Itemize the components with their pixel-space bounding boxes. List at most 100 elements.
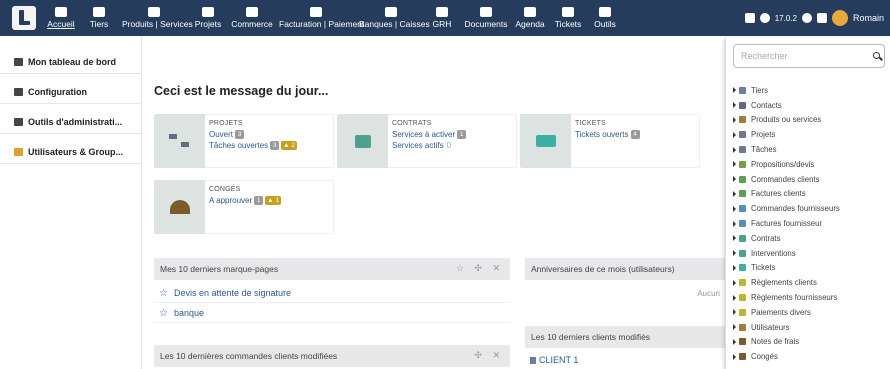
- sidebar-item-users-groups[interactable]: Utilisateurs & Group...: [0, 140, 141, 164]
- search-scope-item[interactable]: Projets: [733, 127, 889, 142]
- payment-icon: [739, 279, 746, 287]
- help-icon[interactable]: [759, 13, 770, 23]
- search-scope-item[interactable]: Commandes clients: [733, 172, 889, 187]
- sidebar-item-dashboard[interactable]: Mon tableau de bord: [0, 50, 141, 74]
- menu-facturation-paiement[interactable]: Facturation | Paiement: [279, 3, 364, 33]
- bookmark-star-icon[interactable]: [816, 13, 827, 23]
- proposal-icon: [739, 160, 746, 168]
- search-scope-item[interactable]: Notes de frais: [733, 335, 889, 350]
- menu-commerce[interactable]: Commerce: [230, 3, 274, 33]
- task-list-icon: [739, 146, 746, 154]
- building-icon: [93, 7, 105, 17]
- suitcase-icon: [354, 134, 371, 148]
- caret-right-icon: [733, 279, 736, 286]
- card-conges[interactable]: CONGÉS A approuver 1 ▲ 1: [154, 180, 334, 234]
- search-scope-item[interactable]: Congés: [733, 349, 889, 364]
- search-scope-list: Tiers Contacts Produits ou services Proj…: [733, 83, 889, 364]
- menu-banques-caisses[interactable]: Banques | Caisses: [359, 3, 430, 33]
- card-tickets[interactable]: TICKETS Tickets ouverts 4: [520, 114, 700, 168]
- link-conges-a-approuver[interactable]: A approuver 1 ▲ 1: [209, 196, 329, 205]
- search-scope-item[interactable]: Règlements fournisseurs: [733, 290, 889, 305]
- caret-right-icon: [733, 250, 736, 257]
- search-scope-item[interactable]: Tâches: [733, 142, 889, 157]
- caret-right-icon: [733, 353, 736, 360]
- search-scope-item[interactable]: Factures fournisseur: [733, 216, 889, 231]
- card-projets[interactable]: PROJETS Ouvert 3 Tâches ouvertes 3 ▲ 2: [154, 114, 334, 168]
- link-services-a-activer[interactable]: Services à activer 1: [392, 130, 512, 139]
- search-scope-item[interactable]: Interventions: [733, 246, 889, 261]
- sitemap-icon: [168, 134, 191, 148]
- menu-outils[interactable]: Outils: [592, 3, 618, 33]
- search-scope-item[interactable]: Contrats: [733, 231, 889, 246]
- sidebar-item-admin-tools[interactable]: Outils d'administrati...: [0, 110, 141, 134]
- print-icon[interactable]: [744, 13, 755, 23]
- menu-documents[interactable]: Documents: [464, 3, 508, 33]
- caret-right-icon: [733, 235, 736, 242]
- bookmark-item[interactable]: ☆ Devis en attente de signature: [154, 283, 510, 303]
- search-scope-item[interactable]: Tiers: [733, 83, 889, 98]
- bank-icon: [385, 7, 397, 17]
- cube-icon: [148, 7, 160, 17]
- orders-panel-header: Les 10 dernières commandes clients modif…: [154, 345, 510, 367]
- panel-tools[interactable]: ☆ ✣ ✕: [456, 263, 504, 274]
- top-right-toolbar: 17.0.2 Romain: [744, 0, 890, 36]
- link-projets-ouverts[interactable]: Ouvert 3: [209, 130, 329, 139]
- user-icon: [739, 323, 746, 331]
- search-scope-item[interactable]: Utilisateurs: [733, 320, 889, 335]
- caret-right-icon: [733, 146, 736, 153]
- search-scope-item[interactable]: Commandes fournisseurs: [733, 201, 889, 216]
- sidebar-item-configuration[interactable]: Configuration: [0, 80, 141, 104]
- search-scope-item[interactable]: Tickets: [733, 261, 889, 276]
- star-icon: ☆: [159, 288, 168, 299]
- search-menu-icon[interactable]: [801, 13, 812, 23]
- invoice-icon: [739, 190, 746, 198]
- menu-produits-services[interactable]: Produits | Services: [122, 3, 193, 33]
- panel-tools[interactable]: ✣ ✕: [474, 350, 504, 361]
- sitemap-icon: [739, 131, 746, 139]
- card-title: PROJETS: [209, 120, 243, 127]
- menu-projets[interactable]: Projets: [194, 3, 222, 33]
- panel-title: Anniversaires de ce mois (utilisateurs): [531, 264, 675, 274]
- link-tickets-ouverts[interactable]: Tickets ouverts 4: [575, 130, 695, 139]
- search-scope-item[interactable]: Propositions/devis: [733, 157, 889, 172]
- search-scope-item[interactable]: Factures clients: [733, 187, 889, 202]
- caret-right-icon: [733, 324, 736, 331]
- order-icon: [739, 175, 746, 183]
- bookmark-item[interactable]: ☆ banque: [154, 303, 510, 323]
- count-value: 0: [446, 141, 452, 150]
- menu-grh[interactable]: GRH: [431, 3, 453, 33]
- card-title: TICKETS: [575, 120, 606, 127]
- ticket-icon: [562, 7, 574, 17]
- link-services-actifs[interactable]: Services actifs 0: [392, 141, 512, 150]
- folder-icon: [480, 7, 492, 17]
- user-name[interactable]: Romain: [853, 13, 884, 23]
- count-badge: 3: [270, 141, 280, 150]
- search-scope-item[interactable]: Règlements clients: [733, 275, 889, 290]
- card-contrats[interactable]: CONTRATS Services à activer 1 Services ac…: [337, 114, 517, 168]
- card-title: CONGÉS: [209, 186, 241, 193]
- expense-report-icon: [739, 338, 746, 346]
- count-badge: 4: [630, 130, 640, 139]
- client-item[interactable]: CLIENT 1: [525, 350, 725, 369]
- search-icon[interactable]: [873, 52, 880, 59]
- caret-right-icon: [733, 264, 736, 271]
- search-scope-item[interactable]: Contacts: [733, 98, 889, 113]
- caret-right-icon: [733, 131, 736, 138]
- building-icon: [739, 86, 746, 94]
- suitcase-icon: [739, 234, 746, 242]
- message-of-the-day: Ceci est le message du jour...: [154, 84, 329, 98]
- caret-right-icon: [733, 190, 736, 197]
- search-input[interactable]: [733, 44, 885, 68]
- link-taches-ouvertes[interactable]: Tâches ouvertes 3 ▲ 2: [209, 141, 329, 150]
- menu-agenda[interactable]: Agenda: [514, 3, 546, 33]
- search-scope-item[interactable]: Produits ou services: [733, 113, 889, 128]
- clients-panel-header: Les 10 derniers clients modifiés: [525, 326, 725, 348]
- menu-tiers[interactable]: Tiers: [88, 3, 110, 33]
- menu-tickets[interactable]: Tickets: [554, 3, 582, 33]
- menu-accueil[interactable]: Accueil: [46, 3, 76, 33]
- user-icon: [436, 7, 448, 17]
- dolibarr-logo[interactable]: [12, 6, 36, 30]
- search-scope-item[interactable]: Paiements divers: [733, 305, 889, 320]
- bookmarks-panel-header: Mes 10 derniers marque-pages ☆ ✣ ✕: [154, 258, 510, 280]
- user-avatar[interactable]: [831, 10, 848, 26]
